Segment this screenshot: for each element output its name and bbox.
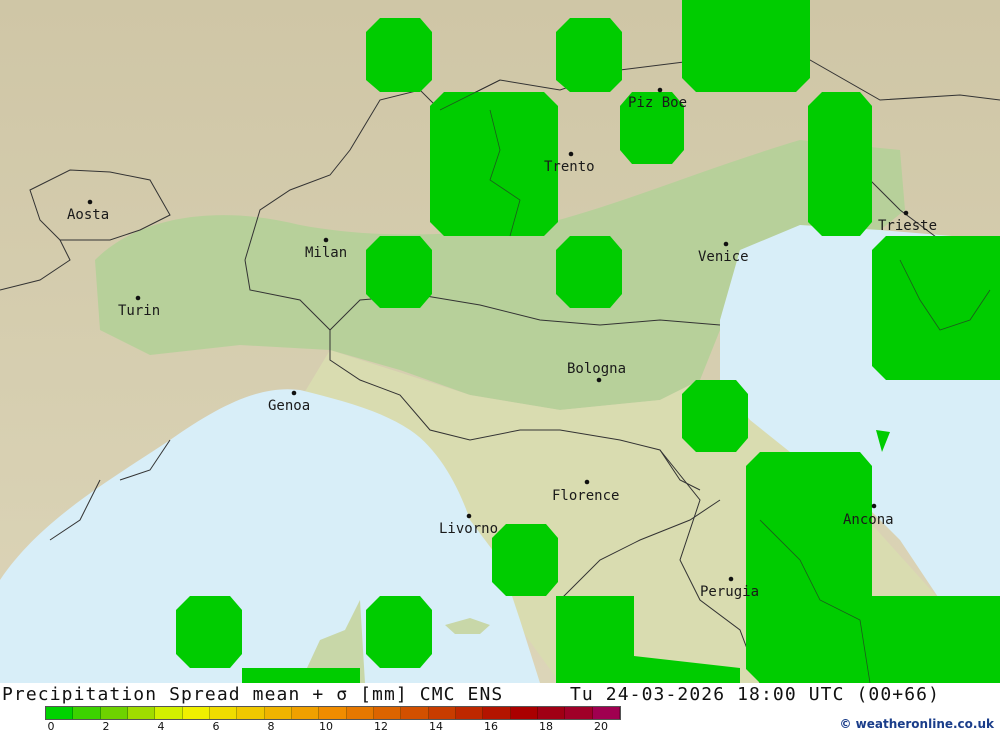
- legend-tick-label: 2: [102, 720, 110, 733]
- weather-map: Aosta Milan Turin Genoa Trento Piz Boe V…: [0, 0, 1000, 683]
- spread-area: [430, 92, 558, 236]
- spread-area: [176, 596, 242, 668]
- legend-swatch: [155, 707, 183, 719]
- legend-swatch: [592, 707, 620, 719]
- credit-link[interactable]: © weatheronline.co.uk: [839, 717, 994, 731]
- legend-tick-label: 8: [267, 720, 275, 733]
- spread-area: [492, 524, 558, 596]
- spread-area: [682, 0, 810, 92]
- legend-tick-label: 20: [594, 720, 608, 733]
- legend-tick-label: 12: [374, 720, 388, 733]
- legend-swatch: [291, 707, 320, 719]
- city-label-venice: Venice: [698, 249, 749, 265]
- city-label-piz-boe: Piz Boe: [628, 95, 687, 111]
- legend-tick-label: 14: [429, 720, 443, 733]
- spread-area: [808, 92, 872, 236]
- legend-swatch: [346, 707, 374, 719]
- legend-swatch: [182, 707, 210, 719]
- city-label-florence: Florence: [552, 488, 619, 504]
- legend-swatch: [483, 707, 511, 719]
- legend-ticks: 0 2 4 6 8 10 12 14 16 18 20: [45, 720, 621, 734]
- spread-area: [366, 18, 432, 92]
- map-title: Precipitation Spread mean + σ [mm] CMC E…: [2, 684, 504, 705]
- spread-area: [556, 18, 622, 92]
- city-label-aosta: Aosta: [67, 207, 109, 223]
- legend-swatch: [455, 707, 484, 719]
- spread-area: [366, 236, 432, 308]
- legend-swatch: [237, 707, 265, 719]
- legend-swatch: [565, 707, 593, 719]
- spread-area: [872, 236, 1000, 380]
- map-footer: Precipitation Spread mean + σ [mm] CMC E…: [0, 683, 1000, 733]
- city-label-bologna: Bologna: [567, 361, 626, 377]
- legend-swatch: [264, 707, 292, 719]
- legend-colorbar: [45, 706, 621, 720]
- spread-area: [366, 596, 432, 668]
- legend-tick-label: 18: [539, 720, 553, 733]
- city-label-livorno: Livorno: [439, 521, 498, 537]
- legend-swatch: [401, 707, 429, 719]
- legend-tick-label: 0: [47, 720, 55, 733]
- legend-swatch: [73, 707, 101, 719]
- spread-area: [556, 236, 622, 308]
- map-datetime: Tu 24-03-2026 18:00 UTC (00+66): [570, 684, 941, 705]
- legend-swatch: [510, 707, 538, 719]
- city-label-perugia: Perugia: [700, 584, 759, 600]
- city-label-turin: Turin: [118, 303, 160, 319]
- legend-tick-label: 16: [484, 720, 498, 733]
- legend-swatch: [373, 707, 402, 719]
- legend-tick-label: 6: [212, 720, 220, 733]
- legend-tick-label: 4: [157, 720, 165, 733]
- city-label-genoa: Genoa: [268, 398, 310, 414]
- legend-swatch: [127, 707, 156, 719]
- legend-swatch: [100, 707, 128, 719]
- map-canvas: Aosta Milan Turin Genoa Trento Piz Boe V…: [0, 0, 1000, 683]
- legend-swatch: [319, 707, 347, 719]
- city-label-trieste: Trieste: [878, 218, 937, 234]
- spread-area: [242, 668, 360, 683]
- city-label-ancona: Ancona: [843, 512, 894, 528]
- legend-swatch: [46, 707, 74, 719]
- spread-area: [682, 380, 748, 452]
- legend-swatch: [428, 707, 456, 719]
- city-label-milan: Milan: [305, 245, 347, 261]
- city-label-trento: Trento: [544, 159, 595, 175]
- legend-tick-label: 10: [319, 720, 333, 733]
- legend-swatch: [209, 707, 238, 719]
- legend-swatch: [537, 707, 566, 719]
